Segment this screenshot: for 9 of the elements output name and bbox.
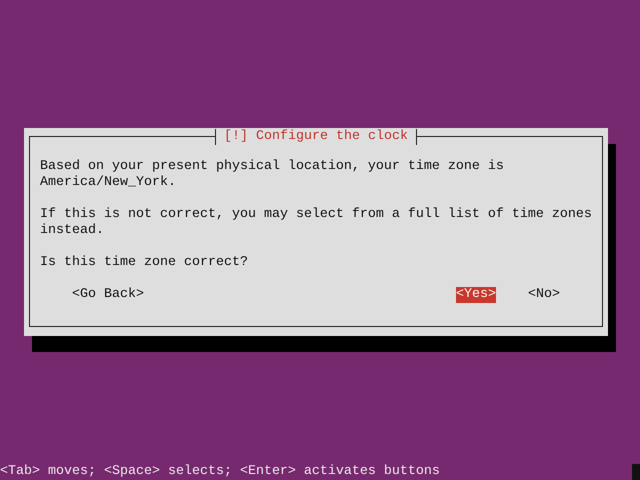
dialog-button[interactable]: <No> xyxy=(528,287,560,303)
dialog-title: [!] Configure the clock xyxy=(215,129,417,145)
cursor-block xyxy=(632,464,640,480)
dialog-button[interactable]: <Go Back> xyxy=(72,287,144,303)
dialog-text: If this is not correct, you may select from a full list of time zones instead. xyxy=(40,207,593,239)
status-bar-hint: <Tab> moves; <Space> selects; <Enter> activates buttons xyxy=(0,464,440,480)
dialog-text: Based on your present physical location, your time zone is America/New_York. xyxy=(40,159,505,191)
dialog-text: Is this time zone correct? xyxy=(40,255,249,271)
dialog-button[interactable]: <Yes> xyxy=(456,287,496,303)
